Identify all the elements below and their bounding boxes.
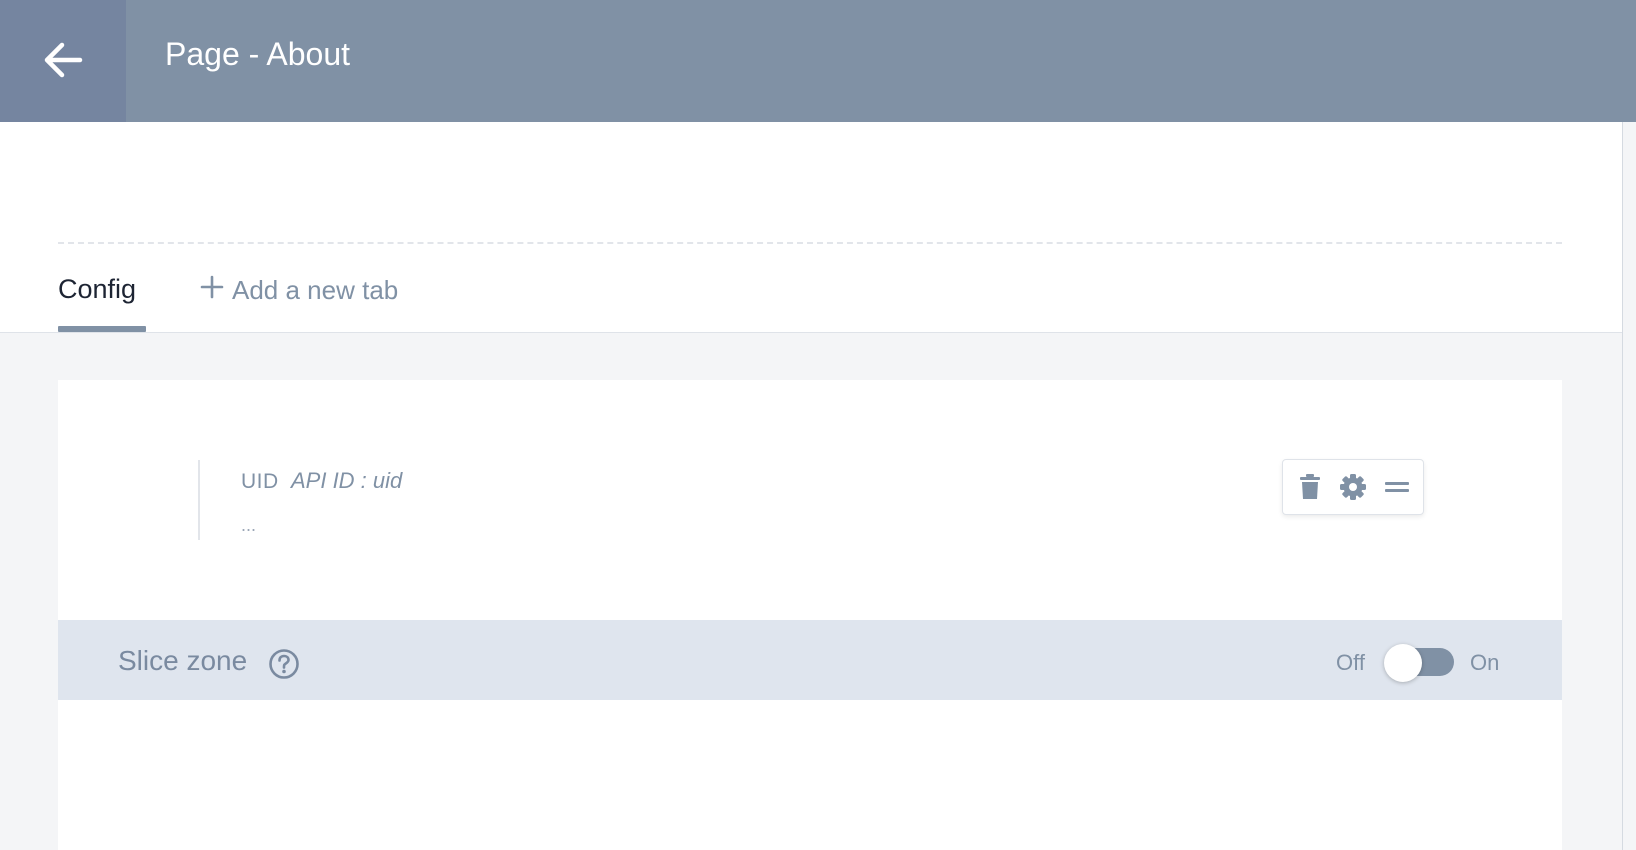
field-placeholder: ...	[241, 515, 257, 535]
page-title: Page - About	[165, 36, 351, 72]
gear-icon[interactable]	[1336, 470, 1370, 504]
toggle-on-label: On	[1470, 650, 1500, 675]
slice-zone-title: Slice zone	[118, 645, 248, 676]
field-api-id: API ID : uid	[291, 468, 403, 493]
drag-handle-icon[interactable]	[1380, 470, 1414, 504]
toggle-knob	[1384, 644, 1422, 682]
add-tab-label: Add a new tab	[232, 274, 399, 305]
trash-icon[interactable]	[1293, 470, 1327, 504]
right-divider	[1622, 122, 1623, 850]
toggle-off-label: Off	[1336, 650, 1365, 675]
top-bar: Page - About	[0, 0, 1636, 122]
add-tab-button[interactable]: Add a new tab	[200, 270, 398, 310]
field-toolbar	[1282, 459, 1424, 515]
tab-config[interactable]: Config	[58, 270, 146, 332]
arrow-left-icon	[40, 37, 86, 86]
field-type-label: UID	[241, 470, 279, 493]
fields-card	[58, 380, 1562, 850]
question-circle-icon[interactable]	[268, 648, 300, 680]
plus-icon	[200, 275, 224, 306]
dashed-divider	[58, 242, 1562, 244]
active-tab-indicator	[58, 326, 146, 332]
field-left-rule	[198, 460, 200, 540]
slice-zone-toggle[interactable]	[1384, 644, 1458, 682]
back-button[interactable]	[0, 0, 126, 122]
